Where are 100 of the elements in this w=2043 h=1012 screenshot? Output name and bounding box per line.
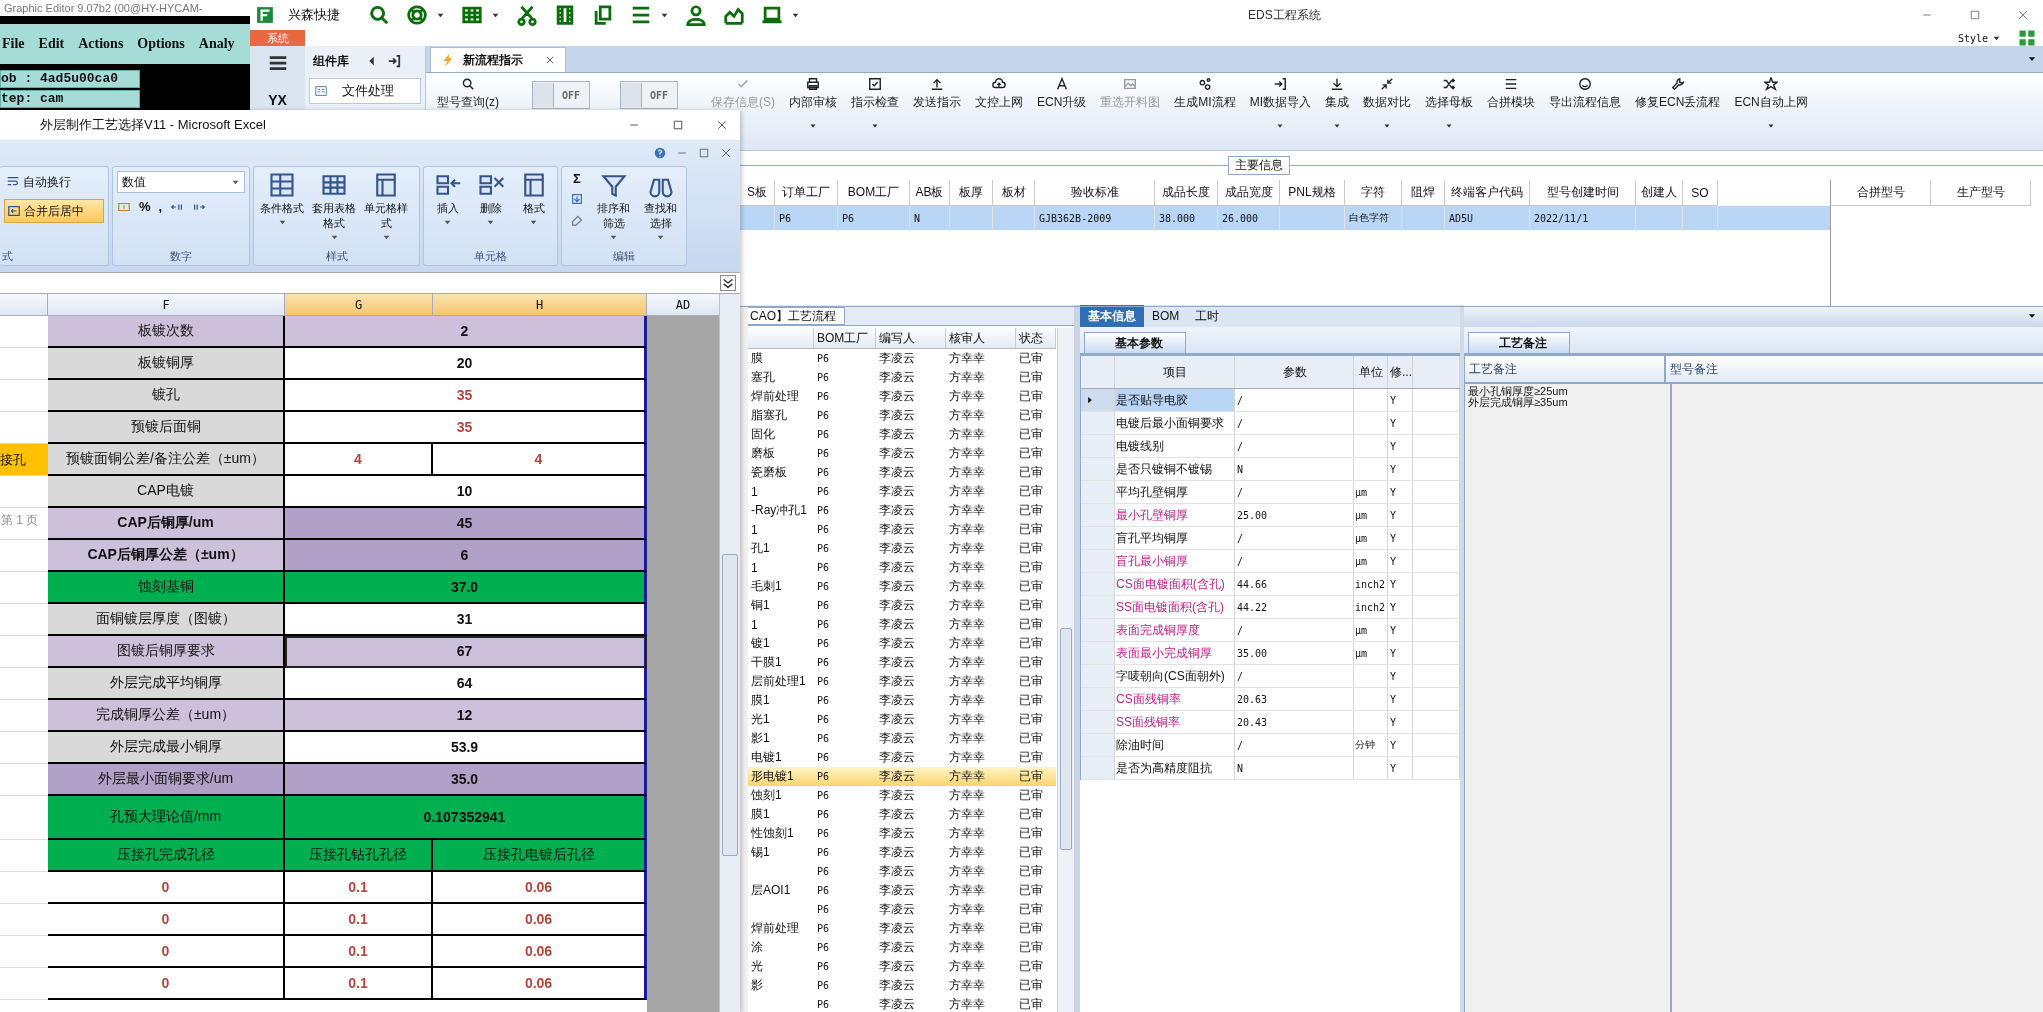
list-icon[interactable]	[630, 4, 652, 26]
caret-icon[interactable]	[277, 218, 287, 227]
toggle-switch[interactable]: OFF	[532, 81, 590, 109]
magnifier-icon[interactable]	[368, 4, 390, 26]
table-cell[interactable]: 表面最小完成铜厚	[1115, 642, 1235, 664]
table-cell[interactable]: 电镀线别	[1115, 435, 1235, 457]
table-row[interactable]: 1 P6 李凌云 方幸幸 已审	[748, 558, 1056, 577]
panel-tab[interactable]: 基本参数	[1084, 332, 1186, 353]
ribbon-button[interactable]: 文控上网	[972, 77, 1026, 111]
caret-icon[interactable]	[443, 218, 452, 227]
maximize-icon[interactable]	[1969, 9, 1981, 21]
login-icon[interactable]	[387, 54, 401, 68]
table-row[interactable]: 膜 P6 李凌云 方幸幸 已审	[748, 349, 1056, 368]
close-icon[interactable]	[2017, 9, 2029, 21]
ribbon-button[interactable]: ECN自动上网	[1731, 77, 1811, 130]
table-row[interactable]: P6 李凌云 方幸幸 已审	[748, 900, 1056, 919]
maximize-icon[interactable]	[672, 119, 684, 131]
sum-button[interactable]: Σ	[573, 171, 581, 186]
table-cell[interactable]: SS面电镀面积(含孔)	[1115, 596, 1235, 618]
table-row[interactable]: 磨板 P6 李凌云 方幸幸 已审	[748, 444, 1056, 463]
table-row[interactable]: 电镀1 P6 李凌云 方幸幸 已审	[748, 748, 1056, 767]
ribbon-button[interactable]: 插入	[428, 171, 467, 243]
close-icon[interactable]	[545, 55, 555, 65]
ribbon-button[interactable]: ECN升级	[1034, 77, 1090, 111]
caret-icon[interactable]	[871, 122, 879, 130]
table-cell[interactable]: 盲孔最小铜厚	[1115, 550, 1235, 572]
table-row[interactable]: 锡1 P6 李凌云 方幸幸 已审	[748, 843, 1056, 862]
table-row[interactable]: 毛刺1 P6 李凌云 方幸幸 已审	[748, 577, 1056, 596]
table-row[interactable]: 层前处理1 P6 李凌云 方幸幸 已审	[748, 672, 1056, 691]
scrollbar-thumb[interactable]	[722, 554, 738, 856]
table-row[interactable]: 光 P6 李凌云 方幸幸 已审	[748, 957, 1056, 976]
table-row[interactable]: 镀1 P6 李凌云 方幸幸 已审	[748, 634, 1056, 653]
restore-icon[interactable]	[698, 147, 710, 159]
format-button[interactable]: ,	[158, 199, 163, 214]
menu-item[interactable]: Actions	[78, 36, 124, 52]
table-row[interactable]: 涂 P6 李凌云 方幸幸 已审	[748, 938, 1056, 957]
table-row[interactable]: 蚀刻1 P6 李凌云 方幸幸 已审	[748, 786, 1056, 805]
copy-icon[interactable]	[592, 4, 614, 26]
table-cell[interactable]: 是否只镀铜不镀锡	[1115, 458, 1235, 480]
table-cell[interactable]: 最小孔壁铜厚	[1115, 504, 1235, 526]
column-header[interactable]: AD	[647, 294, 720, 316]
table-cell[interactable]: CS面电镀面积(含孔)	[1115, 573, 1235, 595]
table-row[interactable]: 影 P6 李凌云 方幸幸 已审	[748, 976, 1056, 995]
column-header[interactable]: 状态	[1016, 328, 1056, 348]
panel-tab[interactable]: 工时	[1187, 305, 1228, 327]
ribbon-button[interactable]: 合并后居中	[4, 199, 104, 223]
ribbon-button[interactable]: 格式	[514, 171, 553, 243]
style-menu[interactable]: Style	[1957, 32, 1988, 44]
column-header[interactable]: 单位	[1354, 356, 1388, 388]
ribbon-button[interactable]: 集成	[1322, 77, 1353, 130]
menu-item[interactable]: File	[2, 36, 25, 52]
table-row[interactable]: 铜1 P6 李凌云 方幸幸 已审	[748, 596, 1056, 615]
ribbon-button[interactable]: 单元格样式	[362, 171, 410, 243]
table-cell[interactable]: 平均孔壁铜厚	[1115, 481, 1235, 503]
table-row[interactable]: 脂塞孔 P6 李凌云 方幸幸 已审	[748, 406, 1056, 425]
lifebuoy-icon[interactable]	[406, 4, 428, 26]
caret-icon[interactable]	[486, 218, 495, 227]
table-cell[interactable]: 字唛朝向(CS面朝外)	[1115, 665, 1235, 687]
caret-icon[interactable]	[529, 218, 538, 227]
column-header[interactable]: 项目	[1115, 356, 1235, 388]
column-header[interactable]: 合拼型号	[1831, 180, 1931, 206]
panel-tab[interactable]: BOM	[1144, 305, 1188, 327]
column-header[interactable]: BOM工厂	[814, 328, 876, 348]
table-row[interactable]: 1 P6 李凌云 方幸幸 已审	[748, 482, 1056, 501]
table-row[interactable]: P6 P6 N GJB362B-2009 38.000 26.000 白色字符 AD5U 2022/11/1	[740, 206, 1830, 230]
ribbon-button[interactable]: 数据对比	[1360, 77, 1415, 130]
ribbon-button[interactable]: 自动换行	[4, 171, 104, 193]
panel-item[interactable]: 文件处理	[309, 78, 421, 104]
table-row[interactable]: 孔1 P6 李凌云 方幸幸 已审	[748, 539, 1056, 558]
ribbon-button[interactable]: 修复ECN丢流程	[1632, 77, 1724, 111]
person-icon[interactable]	[685, 4, 707, 26]
table-cell[interactable]: 盲孔平均铜厚	[1115, 527, 1235, 549]
ribbon-button[interactable]: 型号查询(z)	[434, 77, 502, 111]
ribbon-button[interactable]: 选择母板	[1422, 77, 1477, 130]
fill-icon[interactable]	[570, 192, 584, 206]
ribbon-button[interactable]: 内部审核	[786, 77, 840, 130]
caret-icon[interactable]	[1276, 122, 1285, 130]
close-icon[interactable]	[716, 119, 728, 131]
ribbon-button[interactable]: 套用表格格式	[310, 171, 358, 243]
film-icon[interactable]	[554, 4, 576, 26]
table-row[interactable]: 膜1 P6 李凌云 方幸幸 已审	[748, 691, 1056, 710]
toggle-switch[interactable]: OFF	[620, 81, 678, 109]
format-button[interactable]: %	[139, 199, 151, 214]
number-format-dropdown[interactable]: 数值	[117, 171, 245, 193]
panel-tab[interactable]: 工艺备注	[1468, 332, 1570, 353]
panel-tab[interactable]: CAO】工艺流程	[748, 307, 845, 325]
table-row[interactable]: 焊前处理 P6 李凌云 方幸幸 已审	[748, 387, 1056, 406]
table-icon[interactable]	[461, 4, 483, 26]
ribbon-button[interactable]: 条件格式	[258, 171, 306, 243]
caret-icon[interactable]	[1445, 122, 1454, 130]
table-row[interactable]: 瓷磨板 P6 李凌云 方幸幸 已审	[748, 463, 1056, 482]
table-row[interactable]: 光1 P6 李凌云 方幸幸 已审	[748, 710, 1056, 729]
caret-icon[interactable]	[1333, 122, 1342, 130]
ribbon-button[interactable]: 生成MI流程	[1171, 77, 1239, 111]
ribbon-button[interactable]: 合拼模块	[1484, 77, 1539, 111]
table-cell[interactable]: 电镀后最小面铜要求	[1115, 412, 1235, 434]
table-row[interactable]: 性蚀刻1 P6 李凌云 方幸幸 已审	[748, 824, 1056, 843]
ribbon-button[interactable]: 删除	[471, 171, 510, 243]
table-row[interactable]: 膜1 P6 李凌云 方幸幸 已审	[748, 805, 1056, 824]
table-cell[interactable]: 除油时间	[1115, 734, 1235, 756]
